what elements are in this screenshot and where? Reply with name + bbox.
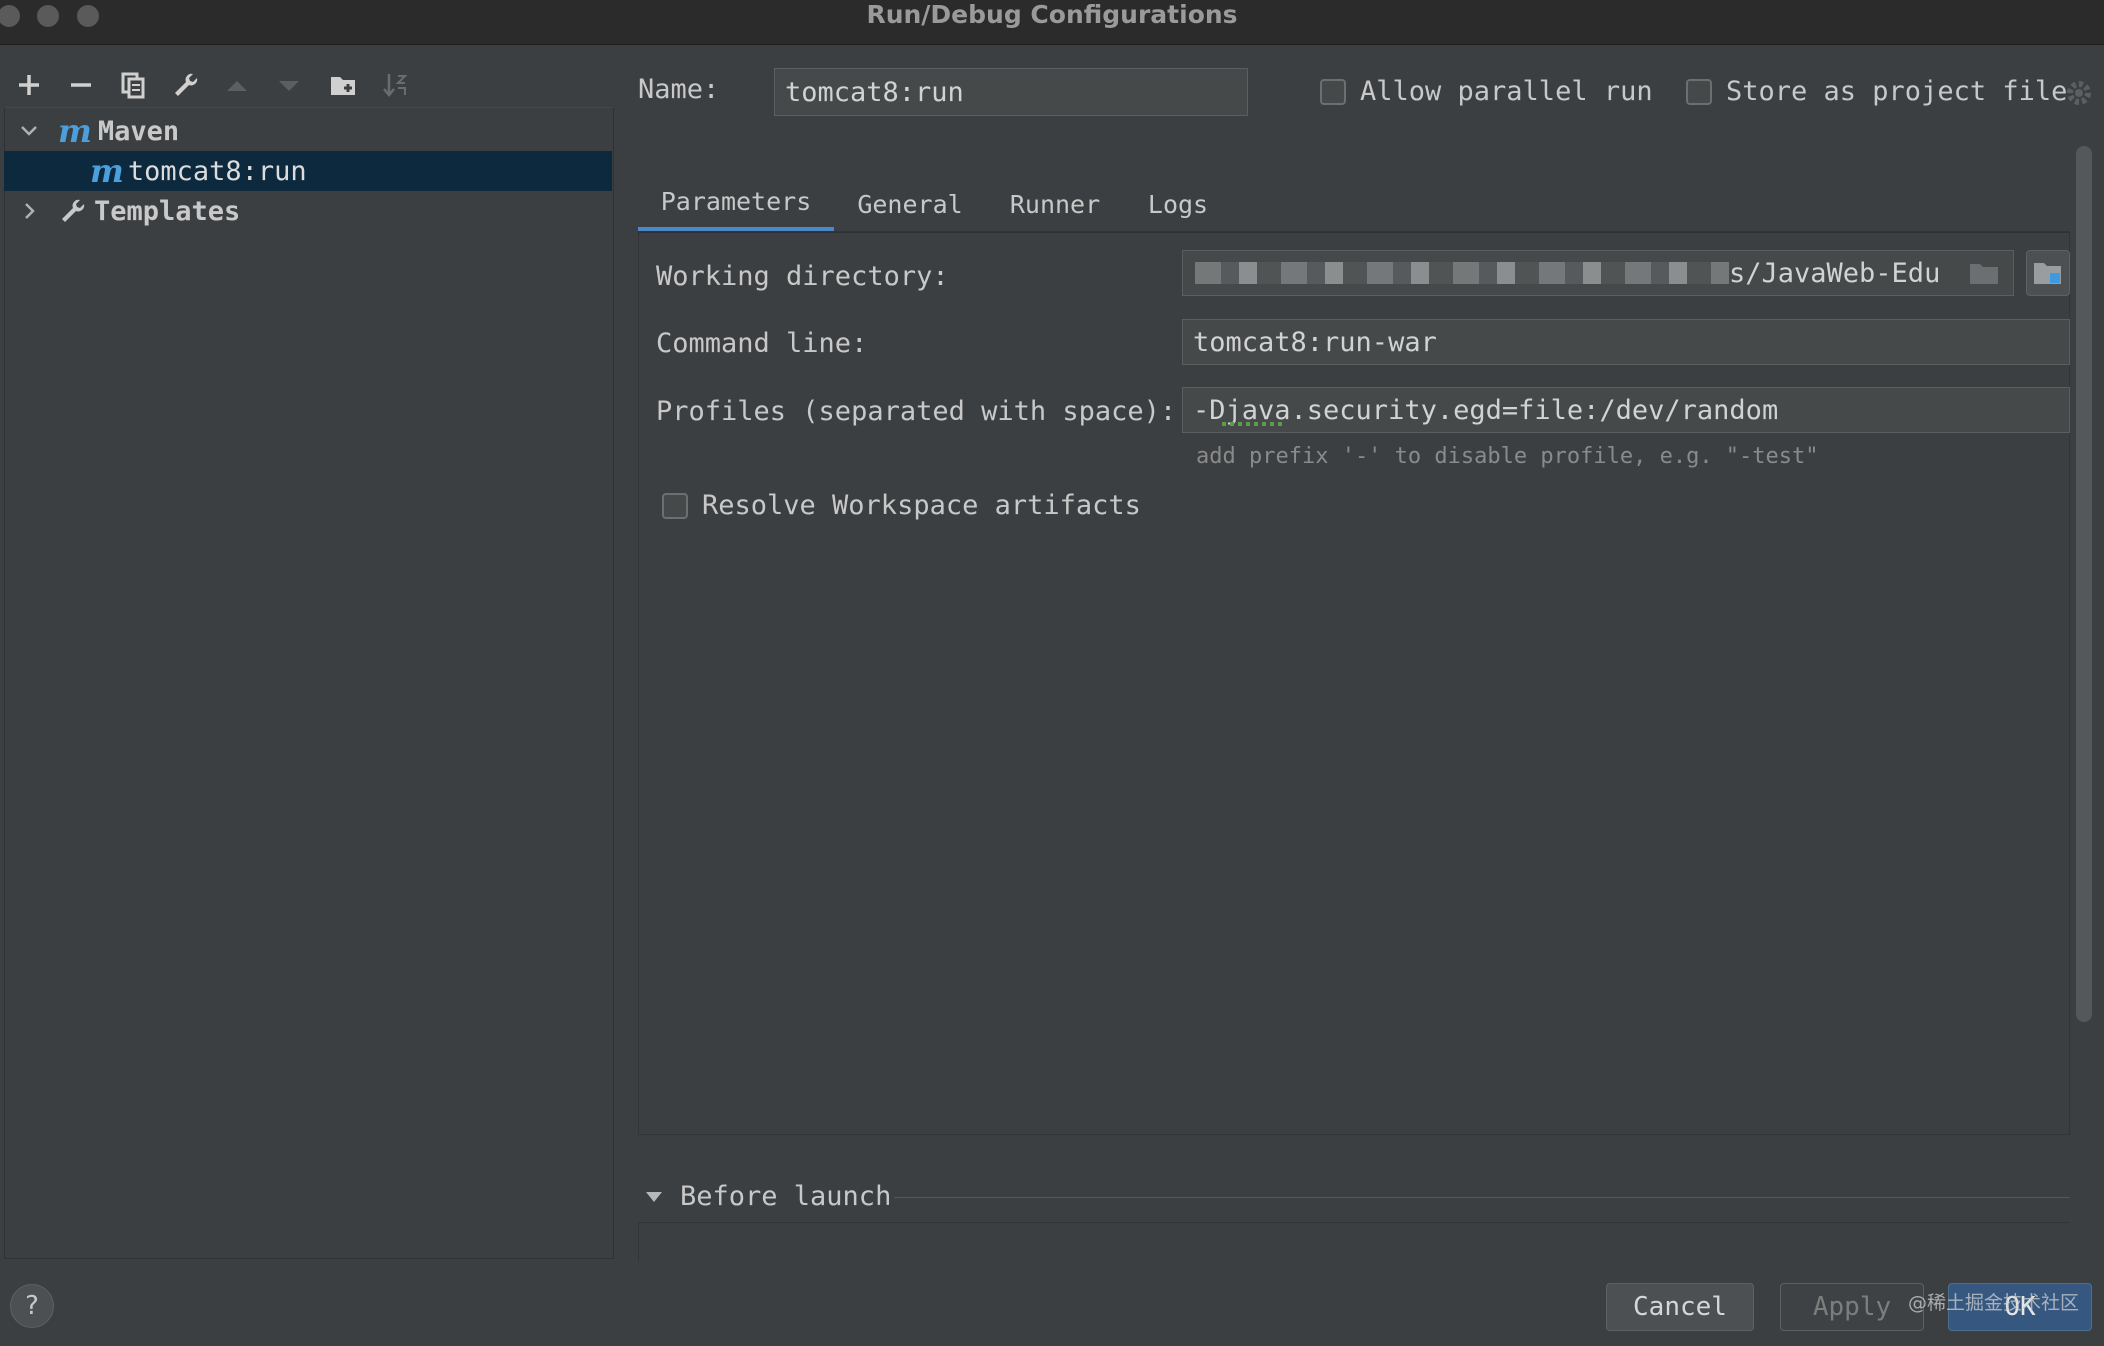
tree-item-label: tomcat8:run — [127, 155, 307, 187]
resolve-workspace-checkbox[interactable] — [662, 493, 688, 519]
window-title: Run/Debug Configurations — [866, 0, 1238, 29]
maven-icon: m — [90, 152, 124, 190]
add-icon[interactable] — [12, 68, 46, 102]
tree-item-tomcat8-run[interactable]: m tomcat8:run — [4, 151, 612, 191]
redacted-path — [1195, 262, 1729, 284]
tab-parameters[interactable]: Parameters — [638, 176, 834, 232]
working-directory-value: s/JavaWeb-Edu — [1729, 257, 1941, 289]
profiles-label: Profiles (separated with space): — [656, 396, 1177, 427]
spellcheck-underline — [1222, 422, 1286, 426]
browse-folder-icon[interactable] — [1968, 260, 2002, 288]
name-field[interactable]: tomcat8:run — [774, 68, 1248, 116]
resolve-workspace-label: Resolve Workspace artifacts — [702, 490, 1141, 521]
profiles-hint: add prefix '-' to disable profile, e.g. … — [1196, 444, 1819, 469]
before-launch-label: Before launch — [680, 1181, 892, 1212]
maven-icon: m — [58, 112, 92, 150]
edit-templates-icon[interactable] — [168, 68, 202, 102]
remove-icon[interactable] — [64, 68, 98, 102]
command-line-label: Command line: — [656, 328, 868, 359]
configuration-tree — [4, 107, 614, 1259]
chevron-down-icon[interactable] — [18, 120, 40, 142]
name-label: Name: — [638, 74, 720, 105]
working-directory-label: Working directory: — [656, 261, 949, 292]
tree-item-label: Maven — [97, 115, 180, 147]
tab-runner[interactable]: Runner — [996, 176, 1114, 232]
chevron-right-icon[interactable] — [18, 200, 40, 222]
macros-button[interactable] — [2026, 250, 2070, 296]
new-folder-icon[interactable] — [326, 68, 360, 102]
copy-icon[interactable] — [116, 68, 150, 102]
triangle-down-icon[interactable] — [644, 1187, 664, 1207]
before-launch-panel — [638, 1222, 2070, 1262]
store-project-label: Store as project file — [1726, 76, 2068, 107]
allow-parallel-checkbox[interactable] — [1320, 79, 1346, 105]
cancel-button[interactable]: Cancel — [1606, 1283, 1754, 1331]
help-button[interactable]: ? — [10, 1284, 54, 1328]
gear-icon[interactable] — [2064, 78, 2094, 108]
working-directory-field[interactable]: s/JavaWeb-Edu — [1182, 250, 2014, 296]
parameters-panel — [638, 232, 2070, 1135]
tree-item-maven[interactable]: m Maven — [4, 111, 612, 151]
tab-logs[interactable]: Logs — [1136, 176, 1220, 232]
apply-button[interactable]: Apply — [1780, 1283, 1924, 1331]
sort-icon[interactable] — [378, 68, 412, 102]
tree-item-label: Templates — [94, 195, 241, 227]
move-up-icon[interactable] — [220, 68, 254, 102]
scrollbar-thumb[interactable] — [2076, 146, 2092, 1022]
store-project-checkbox[interactable] — [1686, 79, 1712, 105]
before-launch-divider — [894, 1197, 2070, 1198]
tab-general[interactable]: General — [844, 176, 976, 232]
watermark: @稀土掘金技术社区 — [1908, 1292, 2080, 1314]
profiles-field[interactable]: -Djava.security.egd=file:/dev/random — [1182, 387, 2070, 433]
move-down-icon[interactable] — [272, 68, 306, 102]
command-line-field[interactable]: tomcat8:run-war — [1182, 319, 2070, 365]
allow-parallel-label: Allow parallel run — [1360, 76, 1653, 107]
wrench-icon — [58, 197, 86, 225]
tree-item-templates[interactable]: Templates — [4, 191, 612, 231]
